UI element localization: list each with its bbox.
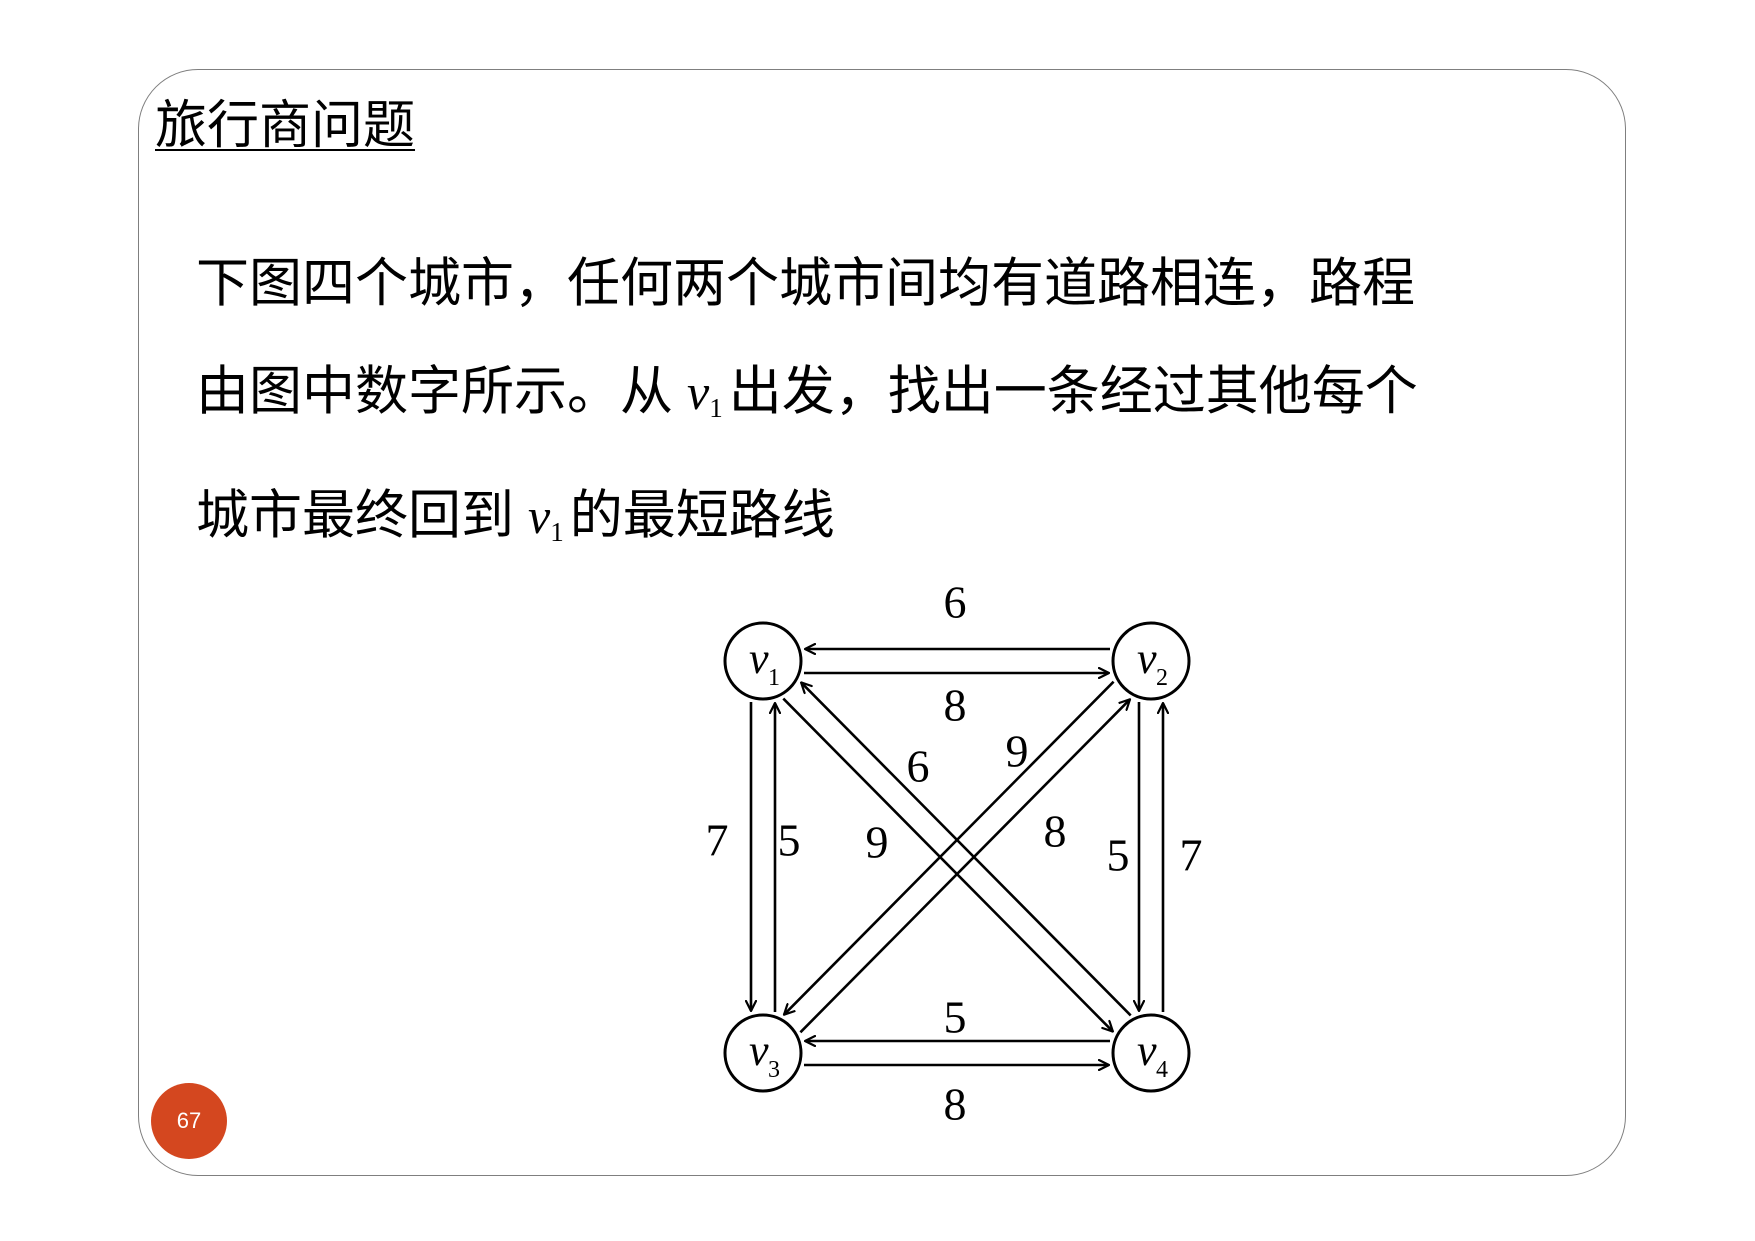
city-node-v4: v4: [1111, 1013, 1191, 1093]
edge-weight-v4-to-v1: 6: [907, 741, 930, 792]
edge-weight-v1-to-v3: 5: [778, 815, 801, 866]
city-node-v3: v3: [723, 1013, 803, 1093]
city-node-label: v: [1137, 1026, 1157, 1075]
city-node-label: v: [749, 1026, 769, 1075]
edge-weight-v3-to-v4: 5: [944, 992, 967, 1043]
page-number-badge: 67: [151, 1083, 227, 1159]
edge-weight-v2-to-v4: 5: [1107, 830, 1130, 881]
city-node-subscript: 4: [1156, 1057, 1168, 1083]
edge-weight-v4-to-v3: 8: [944, 1079, 967, 1130]
city-node-v2: v2: [1111, 621, 1191, 701]
edge-v4-to-v1: [801, 682, 1132, 1017]
city-node-label: v: [1137, 634, 1157, 683]
city-node-label: v: [749, 634, 769, 683]
edge-weight-v3-to-v2: 9: [1006, 726, 1029, 777]
edge-weight-v3-to-v1: 7: [706, 815, 729, 866]
city-node-subscript: 2: [1156, 665, 1168, 691]
edge-weight-v1-to-v4: 9: [866, 817, 889, 868]
edge-v3-to-v2: [799, 699, 1130, 1034]
city-node-subscript: 1: [768, 665, 780, 691]
edge-weight-v1-to-v2: 8: [944, 680, 967, 731]
edge-weight-v2-to-v1: 6: [944, 577, 967, 628]
edge-v1-to-v4: [782, 697, 1113, 1032]
city-node-subscript: 3: [768, 1057, 780, 1083]
edge-weight-v2-to-v3: 8: [1044, 806, 1067, 857]
city-node-v1: v1: [723, 621, 803, 701]
city-graph: 687 56998 5 758 v 1 v 2v 3 v 4: [706, 577, 1203, 1130]
edge-weight-v4-to-v2: 7: [1180, 830, 1203, 881]
